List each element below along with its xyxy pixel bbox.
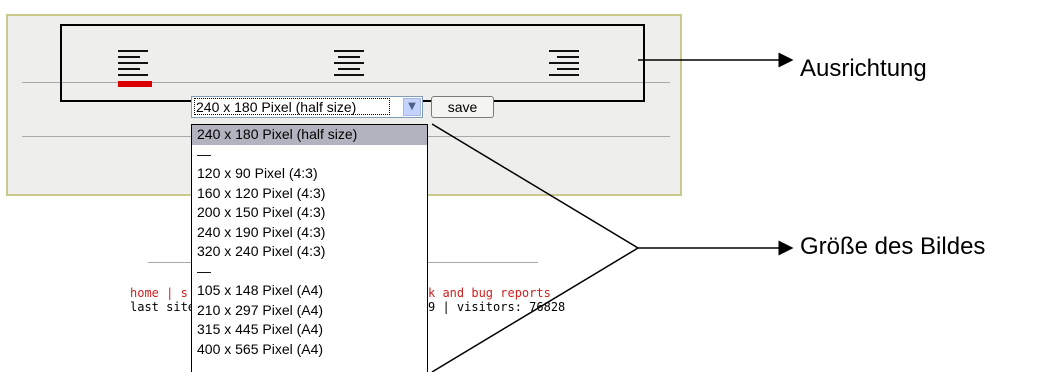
pointer-line-bottom (431, 247, 639, 372)
alignment-callout: Ausrichtung (800, 55, 927, 82)
size-callout: Größe des Bildes (800, 233, 986, 260)
pointer-line-top (431, 123, 639, 249)
